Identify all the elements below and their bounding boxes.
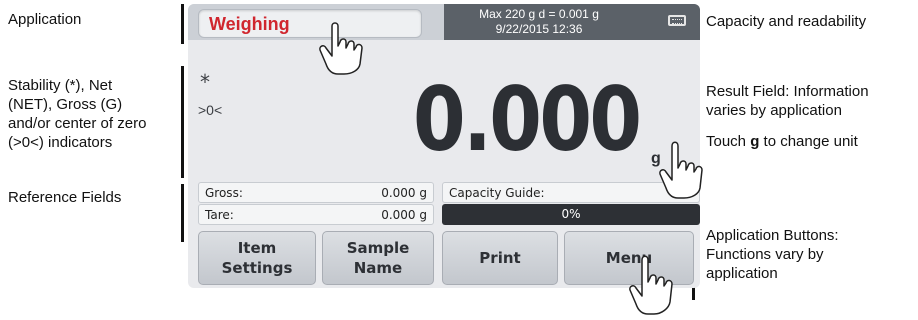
annotation-app-buttons: Application Buttons: Functions vary by a… — [706, 226, 839, 283]
center-of-zero-indicator: >0< — [198, 102, 223, 118]
sample-name-label-line: Sample — [346, 239, 410, 257]
bracket-indicators — [181, 66, 184, 178]
annotation-touch-post: to change unit — [759, 133, 858, 150]
balance-screen: Weighing Max 220 g d = 0.001 g 9/22/2015… — [188, 4, 700, 288]
datetime-line: 9/22/2015 12:36 — [495, 22, 583, 36]
stability-indicator: * — [200, 70, 210, 94]
annotation-capacity: Capacity and readability — [706, 13, 867, 30]
application-selector[interactable]: Weighing — [198, 9, 422, 38]
annotation-result-line: varies by application — [706, 102, 842, 119]
capacity-guide-label: Capacity Guide: — [449, 186, 545, 200]
hand-pointer-icon — [319, 22, 363, 75]
gross-field: Gross: 0.000 g — [198, 182, 434, 203]
sample-name-label-line: Name — [353, 259, 403, 277]
item-settings-label-line: Settings — [221, 259, 293, 277]
top-bar: Weighing Max 220 g d = 0.001 g 9/22/2015… — [188, 4, 700, 40]
annotation-result-line: Result Field: Information — [706, 83, 869, 100]
bracket-reference-fields — [181, 184, 184, 242]
annotation-result-field: Result Field: Information varies by appl… — [706, 82, 869, 120]
capacity-line: Max 220 g d = 0.001 g — [479, 7, 599, 21]
print-button[interactable]: Print — [442, 231, 558, 285]
gross-value: 0.000 g — [381, 186, 427, 200]
annotation-touch-unit: Touch g to change unit — [706, 132, 858, 151]
tare-label: Tare: — [205, 208, 234, 222]
item-settings-button[interactable]: Item Settings — [198, 231, 316, 285]
capacity-readability-display: Max 220 g d = 0.001 g 9/22/2015 12:36 — [444, 4, 700, 40]
annotation-indicators: Stability (*), Net (NET), Gross (G) and/… — [8, 76, 146, 152]
annotation-app-buttons-line: Functions vary by — [706, 246, 824, 263]
print-label: Print — [479, 249, 521, 267]
annotation-indicators-line: and/or center of zero — [8, 115, 147, 132]
application-name: Weighing — [209, 14, 290, 34]
tare-value: 0.000 g — [381, 208, 427, 222]
annotation-reference-fields: Reference Fields — [8, 189, 122, 206]
hand-pointer-icon — [629, 255, 673, 315]
annotation-indicators-line: (>0<) indicators — [8, 134, 113, 151]
annotation-touch-unit-g: g — [750, 133, 760, 150]
tare-field: Tare: 0.000 g — [198, 204, 434, 225]
bracket-application — [181, 4, 184, 44]
annotation-indicators-line: (NET), Gross (G) — [8, 96, 123, 113]
annotation-app-buttons-line: application — [706, 265, 778, 282]
usb-icon — [668, 15, 686, 26]
result-field: 0.000 — [413, 70, 642, 170]
hand-pointer-icon — [659, 141, 703, 199]
annotation-application: Application — [8, 11, 82, 28]
annotation-touch-pre: Touch — [706, 133, 751, 150]
sample-name-button[interactable]: Sample Name — [322, 231, 434, 285]
gross-label: Gross: — [205, 186, 243, 200]
annotation-app-buttons-line: Application Buttons: — [706, 227, 839, 244]
annotation-indicators-line: Stability (*), Net — [8, 77, 113, 94]
weight-reading: 0.000 — [413, 68, 642, 171]
item-settings-label-line: Item — [237, 239, 277, 257]
